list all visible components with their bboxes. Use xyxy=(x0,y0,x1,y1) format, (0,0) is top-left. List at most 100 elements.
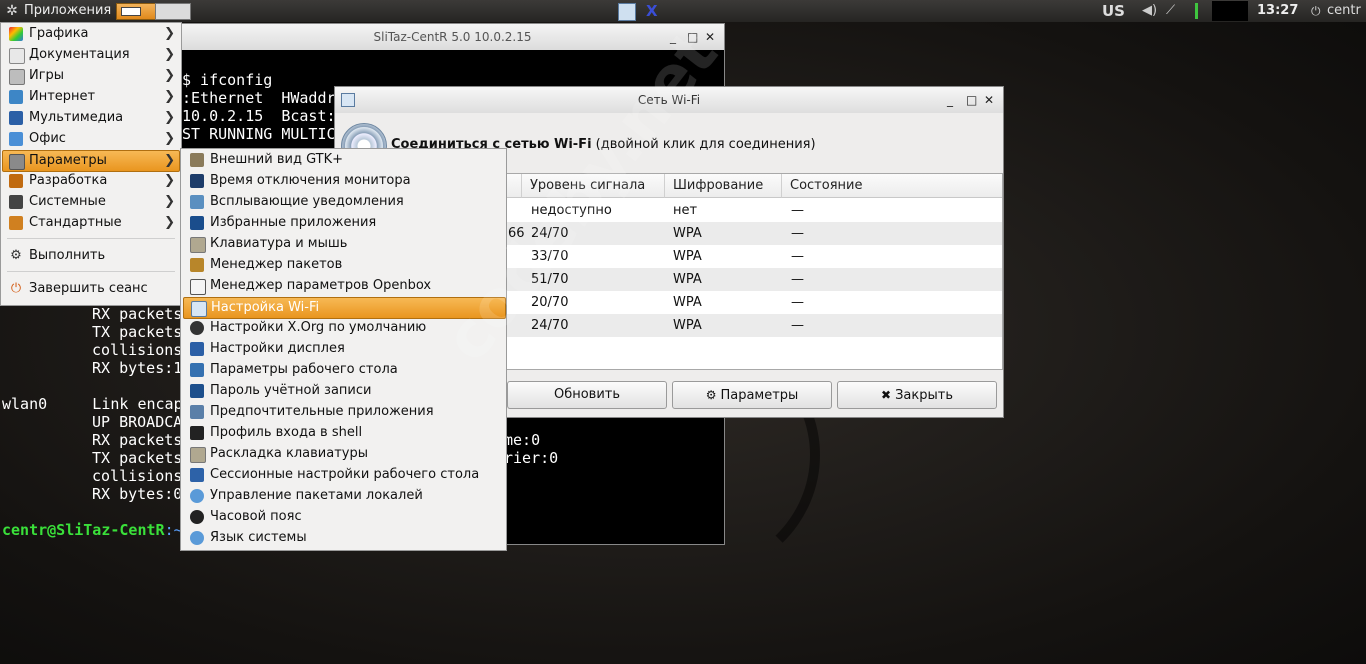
monitor-timeout-icon xyxy=(190,174,204,188)
system-icon xyxy=(9,195,23,209)
wifi-titlebar[interactable]: Сеть Wi-Fi _ □ ✕ xyxy=(335,87,1003,113)
encryption-cell: WPA xyxy=(673,272,702,287)
submenu-item-xorg[interactable]: Настройки X.Org по умолчанию xyxy=(183,318,504,338)
settings-submenu[interactable]: Внешний вид GTK+ Время отключения монито… xyxy=(180,148,507,551)
signal-cell: 24/70 xyxy=(531,226,569,241)
signal-cell: 24/70 xyxy=(531,318,569,333)
spider-logo-icon[interactable]: ✲ xyxy=(4,0,20,22)
network-icon[interactable]: ⟋ xyxy=(1166,0,1175,22)
menu-item-development[interactable]: Разработка ❯ xyxy=(3,171,179,191)
menu-separator xyxy=(7,238,175,239)
clock[interactable]: 13:27 xyxy=(1257,0,1298,22)
menu-item-internet[interactable]: Интернет ❯ xyxy=(3,87,179,107)
state-cell: — xyxy=(791,272,804,287)
taskbar-button-terminal[interactable] xyxy=(116,3,156,20)
params-button[interactable]: ⚙ Параметры xyxy=(672,381,832,409)
terminal-line: 10.0.2.15 Bcast: xyxy=(182,107,336,125)
documentation-icon xyxy=(9,48,25,64)
state-cell: — xyxy=(791,226,804,241)
submenu-item-session-settings[interactable]: Сессионные настройки рабочего стола xyxy=(183,465,504,485)
submenu-item-monitor-timeout[interactable]: Время отключения монитора xyxy=(183,171,504,191)
maximize-button[interactable]: □ xyxy=(687,24,698,50)
refresh-button[interactable]: Обновить xyxy=(507,381,667,409)
encryption-cell: WPA xyxy=(673,249,702,264)
submenu-item-timezone[interactable]: Часовой пояс xyxy=(183,507,504,527)
menu-item-system[interactable]: Системные ❯ xyxy=(3,192,179,212)
chevron-right-icon: ❯ xyxy=(164,26,175,41)
office-icon xyxy=(9,132,23,146)
submenu-item-keyboard-layout[interactable]: Раскладка клавиатуры xyxy=(183,444,504,464)
menu-item-accessories[interactable]: Стандартные ❯ xyxy=(3,213,179,233)
wifi-tray-icon[interactable] xyxy=(618,3,636,21)
username-label[interactable]: centr xyxy=(1327,0,1361,22)
desktop-settings-icon xyxy=(190,363,204,377)
minimize-button[interactable]: _ xyxy=(670,24,676,50)
games-icon xyxy=(9,69,25,85)
close-dialog-button[interactable]: ✖ Закрыть xyxy=(837,381,997,409)
minimize-button[interactable]: _ xyxy=(947,87,953,113)
column-header-encryption[interactable]: Шифрование xyxy=(665,174,782,198)
terminal-line: :Ethernet HWaddr xyxy=(182,89,336,107)
terminal-line: RX bytes:1 xyxy=(92,359,183,377)
terminal-line: ST RUNNING MULTIC xyxy=(182,125,336,143)
signal-cell: недоступно xyxy=(531,203,612,218)
user-icon[interactable]: ⏻ xyxy=(1311,0,1321,22)
terminal-task-icon xyxy=(121,7,141,16)
wifi-title: Сеть Wi-Fi xyxy=(637,93,701,107)
xorg-icon xyxy=(190,321,204,335)
maximize-button[interactable]: □ xyxy=(966,87,977,113)
volume-icon[interactable]: ◀) xyxy=(1142,0,1157,22)
prompt-user-host: centr@SliTaz-CentR xyxy=(2,521,165,539)
submenu-item-favorites[interactable]: Избранные приложения xyxy=(183,213,504,233)
submenu-item-notifications[interactable]: Всплывающие уведомления xyxy=(183,192,504,212)
terminal-titlebar[interactable]: SliTaz-CentR 5.0 10.0.2.15 _ □ ✕ xyxy=(181,24,724,50)
x-tray-icon[interactable]: X xyxy=(646,0,658,22)
applications-menu-button[interactable]: Приложения xyxy=(24,0,111,22)
display-settings-icon xyxy=(190,342,204,356)
submenu-item-openbox-settings[interactable]: Менеджер параметров Openbox xyxy=(183,276,504,296)
menu-item-graphics[interactable]: Графика ❯ xyxy=(3,24,179,44)
ssid-cell: 66 xyxy=(508,226,525,241)
submenu-item-package-manager[interactable]: Менеджер пакетов xyxy=(183,255,504,275)
submenu-item-preferred-apps[interactable]: Предпочтительные приложения xyxy=(183,402,504,422)
gtk-appearance-icon xyxy=(190,153,204,167)
submenu-item-locale-packages[interactable]: Управление пакетами локалей xyxy=(183,486,504,506)
application-menu[interactable]: Графика ❯ Документация ❯ Игры ❯ Интернет ❯ М… xyxy=(0,22,182,306)
taskbar-button-wifi[interactable] xyxy=(155,3,191,20)
submenu-item-password[interactable]: Пароль учётной записи xyxy=(183,381,504,401)
keyboard-layout-indicator[interactable]: US xyxy=(1102,0,1125,22)
state-cell: — xyxy=(791,318,804,333)
chevron-right-icon: ❯ xyxy=(164,173,175,188)
submenu-item-gtk-appearance[interactable]: Внешний вид GTK+ xyxy=(183,150,504,170)
menu-item-settings[interactable]: Параметры ❯ xyxy=(2,150,180,172)
notifications-icon xyxy=(190,195,204,209)
menu-item-logout[interactable]: ⏻ Завершить сеанс xyxy=(3,279,179,299)
wifi-window-icon xyxy=(341,93,355,107)
submenu-item-system-language[interactable]: Язык системы xyxy=(183,528,504,548)
terminal-line: rier:0 xyxy=(504,449,559,467)
menu-item-run[interactable]: ⚙ Выполнить xyxy=(3,246,179,266)
chevron-right-icon: ❯ xyxy=(164,194,175,209)
timezone-icon xyxy=(190,510,204,524)
close-button[interactable]: ✕ xyxy=(984,87,994,113)
encryption-cell: WPA xyxy=(673,226,702,241)
submenu-item-desktop-settings[interactable]: Параметры рабочего стола xyxy=(183,360,504,380)
wifi-settings-icon xyxy=(191,301,207,317)
chevron-right-icon: ❯ xyxy=(164,47,175,62)
menu-item-games[interactable]: Игры ❯ xyxy=(3,66,179,86)
menu-item-office[interactable]: Офис ❯ xyxy=(3,129,179,149)
menu-item-documentation[interactable]: Документация ❯ xyxy=(3,45,179,65)
menu-item-multimedia[interactable]: Мультимедиа ❯ xyxy=(3,108,179,128)
close-button[interactable]: ✕ xyxy=(705,24,715,50)
internet-icon xyxy=(9,90,23,104)
preferred-apps-icon xyxy=(190,405,204,419)
submenu-item-shell-profile[interactable]: Профиль входа в shell xyxy=(183,423,504,443)
column-header-signal[interactable]: Уровень сигнала xyxy=(522,174,665,198)
submenu-item-wifi-settings[interactable]: Настройка Wi-Fi xyxy=(183,297,506,319)
keyboard-layout-icon xyxy=(190,447,206,463)
submenu-item-display-settings[interactable]: Настройки дисплея xyxy=(183,339,504,359)
submenu-item-keyboard-mouse[interactable]: Клавиатура и мышь xyxy=(183,234,504,254)
column-header-state[interactable]: Состояние xyxy=(782,174,1002,198)
terminal-line: collisions xyxy=(92,341,183,359)
password-icon xyxy=(190,384,204,398)
